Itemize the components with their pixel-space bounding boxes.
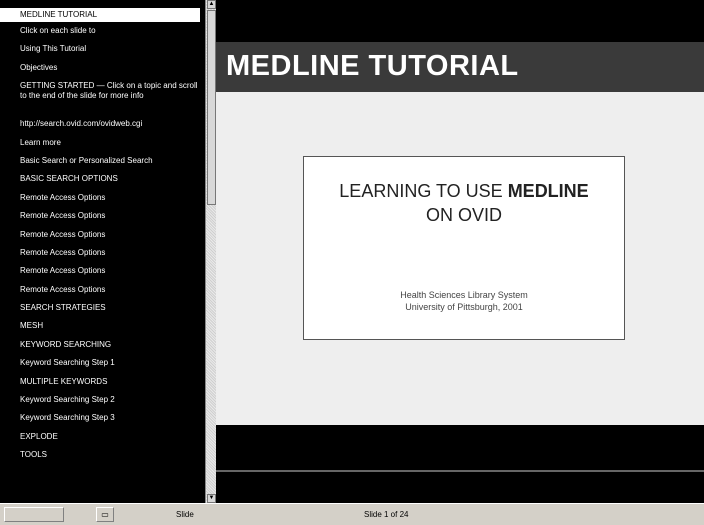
slide-title-band: MEDLINE TUTORIAL [216, 42, 704, 92]
subtitle-line2: University of Pittsburgh, 2001 [405, 302, 523, 312]
mode-label: Slide [176, 510, 194, 519]
slide-heading: LEARNING TO USE MEDLINE ON OVID [304, 179, 624, 227]
heading-prefix: LEARNING TO USE [339, 181, 508, 201]
slide-counter: Slide 1 of 24 [364, 510, 409, 519]
outline-item[interactable]: Remote Access Options [0, 226, 200, 244]
outline-item[interactable]: Remote Access Options [0, 189, 200, 207]
outline-item[interactable]: Basic Search or Personalized Search [0, 152, 200, 170]
slide-icon[interactable]: ▭ [96, 507, 114, 522]
outline-list: MEDLINE TUTORIAL Click on each slide to Us… [0, 8, 205, 465]
outline-item[interactable]: GETTING STARTED — Click on a topic and s… [0, 77, 200, 115]
slide-area: MEDLINE TUTORIAL LEARNING TO USE MEDLINE… [216, 0, 704, 503]
outline-item[interactable]: Learn more [0, 134, 200, 152]
outline-item[interactable]: MEDLINE TUTORIAL [0, 8, 200, 22]
slide-body: LEARNING TO USE MEDLINE ON OVID Health S… [216, 92, 704, 425]
outline-item[interactable]: TOOLS [0, 446, 200, 464]
outline-item[interactable]: Click on each slide to [0, 22, 200, 40]
outline-item[interactable]: EXPLODE [0, 428, 200, 446]
outline-item[interactable]: Remote Access Options [0, 207, 200, 225]
heading-line2: ON OVID [425, 205, 502, 225]
outline-item[interactable]: KEYWORD SEARCHING [0, 336, 200, 354]
outline-item[interactable]: MULTIPLE KEYWORDS [0, 373, 200, 391]
subtitle-line1: Health Sciences Library System [400, 290, 528, 300]
outline-item[interactable]: Remote Access Options [0, 244, 200, 262]
outline-item[interactable]: Objectives [0, 59, 200, 77]
slide-title-box: LEARNING TO USE MEDLINE ON OVID Health S… [303, 156, 625, 340]
status-bar: ▭ Slide Slide 1 of 24 [0, 503, 704, 525]
outline-item[interactable]: Remote Access Options [0, 262, 200, 280]
slide-footer-rule [216, 470, 704, 472]
outline-item[interactable]: SEARCH STRATEGIES [0, 299, 200, 317]
scroll-up-arrow-icon[interactable]: ▲ [207, 0, 216, 9]
outline-item[interactable]: Keyword Searching Step 2 [0, 391, 200, 409]
slide-subtitle: Health Sciences Library System Universit… [304, 289, 624, 313]
outline-toggle-button[interactable] [4, 507, 64, 522]
slide-title: MEDLINE TUTORIAL [226, 50, 519, 82]
outline-item[interactable]: Keyword Searching Step 3 [0, 409, 200, 427]
outline-pane: MEDLINE TUTORIAL Click on each slide to Us… [0, 0, 205, 503]
outline-item[interactable]: Keyword Searching Step 1 [0, 354, 200, 372]
scroll-down-arrow-icon[interactable]: ▼ [207, 494, 216, 503]
outline-item[interactable]: MESH [0, 317, 200, 335]
outline-item[interactable]: http://search.ovid.com/ovidweb.cgi [0, 115, 200, 133]
outline-item[interactable]: Remote Access Options [0, 281, 200, 299]
outline-item[interactable]: BASIC SEARCH OPTIONS [0, 170, 200, 188]
outline-scrollbar[interactable]: ▲ ▼ [205, 0, 216, 503]
scroll-thumb[interactable] [207, 10, 216, 205]
heading-bold: MEDLINE [507, 181, 589, 201]
outline-item[interactable]: Using This Tutorial [0, 40, 200, 58]
